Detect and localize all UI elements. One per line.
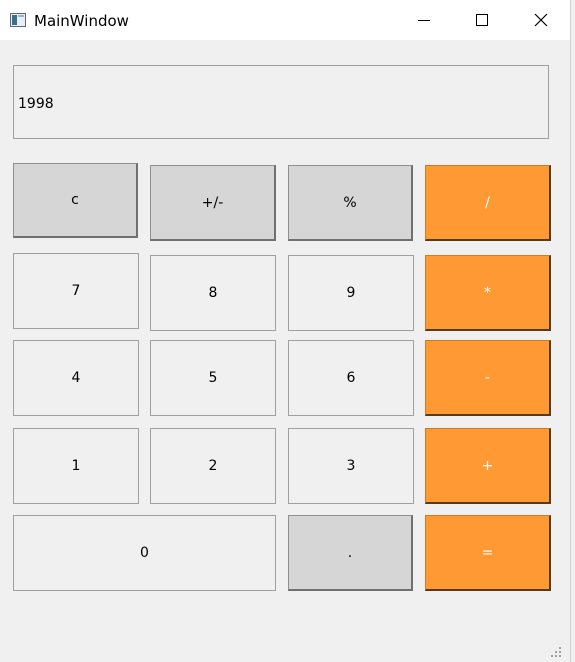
percent-button[interactable]: % (288, 165, 413, 241)
negate-button[interactable]: +/- (150, 165, 276, 241)
minimize-button[interactable] (395, 0, 453, 40)
digit-3-button[interactable]: 3 (288, 428, 414, 504)
subtract-button[interactable]: - (425, 340, 551, 416)
digit-0-button[interactable]: 0 (13, 515, 276, 591)
main-window: MainWindow 1998 c +/- % / 7 8 9 * 4 5 6 … (0, 0, 571, 662)
maximize-icon (476, 14, 488, 26)
multiply-button[interactable]: * (425, 255, 551, 331)
close-icon (534, 13, 548, 27)
resize-grip-icon[interactable] (550, 646, 562, 658)
equals-button[interactable]: = (425, 515, 551, 591)
digit-2-button[interactable]: 2 (150, 428, 276, 504)
close-button[interactable] (512, 0, 570, 40)
window-title: MainWindow (34, 12, 129, 30)
maximize-button[interactable] (453, 0, 511, 40)
digit-7-button[interactable]: 7 (13, 253, 139, 329)
digit-6-button[interactable]: 6 (288, 340, 414, 416)
digit-9-button[interactable]: 9 (288, 255, 414, 331)
window-app-icon (10, 13, 26, 27)
display-value: 1998 (18, 96, 54, 112)
decimal-button[interactable]: . (288, 515, 413, 591)
title-bar[interactable]: MainWindow (0, 0, 570, 40)
digit-8-button[interactable]: 8 (150, 255, 276, 331)
clear-button[interactable]: c (13, 163, 138, 238)
digit-5-button[interactable]: 5 (150, 340, 276, 416)
minimize-icon (418, 20, 430, 21)
add-button[interactable]: + (425, 428, 551, 504)
calculator-display[interactable]: 1998 (13, 65, 549, 139)
digit-1-button[interactable]: 1 (13, 428, 139, 504)
digit-4-button[interactable]: 4 (13, 340, 139, 416)
divide-button[interactable]: / (425, 165, 551, 241)
